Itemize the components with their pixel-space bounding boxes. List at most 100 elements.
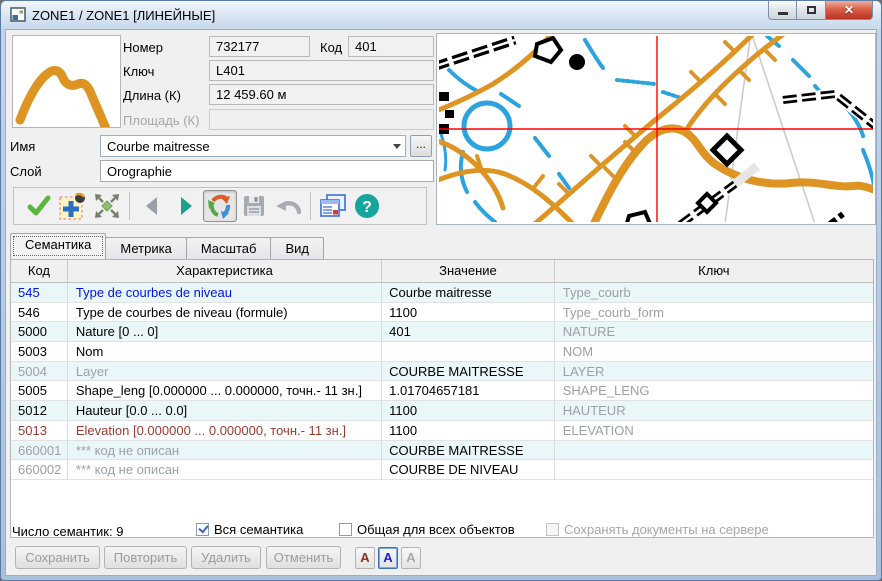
semantics-count: Число семантик: 9	[12, 524, 123, 539]
cell-key	[555, 460, 873, 480]
cell-code: 660001	[11, 441, 68, 461]
toolbar-separator	[310, 192, 311, 220]
delete-button[interactable]: Удалить	[191, 546, 261, 569]
accept-button[interactable]	[22, 190, 56, 222]
cell-code: 5012	[11, 401, 68, 421]
key-label: Ключ	[123, 64, 154, 79]
cell-value: COURBE MAITRESSE	[382, 441, 555, 461]
cell-code: 5000	[11, 322, 68, 342]
font-size-medium-button[interactable]: А	[378, 547, 398, 569]
header-key[interactable]: Ключ	[555, 260, 873, 282]
fit-view-button[interactable]	[90, 190, 124, 222]
checkbox-all-semantics[interactable]: Вся семантика	[196, 522, 303, 537]
close-icon: ✕	[844, 3, 854, 17]
cell-name: Nature [0 ... 0]	[68, 322, 382, 342]
cell-key: NATURE	[555, 322, 873, 342]
object-preview	[12, 35, 121, 128]
font-size-small-button[interactable]: А	[355, 547, 375, 569]
tab-semantics[interactable]: Семантика	[10, 233, 106, 259]
table-header: Код Характеристика Значение Ключ	[11, 260, 873, 283]
area-label: Площадь (К)	[123, 113, 199, 128]
app-icon	[10, 7, 26, 23]
checkbox-icon[interactable]	[196, 523, 209, 536]
object-preview-image	[13, 36, 120, 127]
undo-button[interactable]	[271, 190, 305, 222]
cell-name: Type de courbes de niveau	[68, 283, 382, 303]
cell-name: *** код не описан	[68, 441, 382, 461]
undo-icon	[274, 194, 302, 218]
checkbox-icon[interactable]	[339, 523, 352, 536]
chevron-down-icon[interactable]	[388, 136, 405, 156]
cancel-button[interactable]: Отменить	[266, 546, 341, 569]
maximize-icon	[807, 6, 816, 14]
next-icon	[175, 195, 197, 217]
tab-metrics[interactable]: Метрика	[105, 237, 186, 259]
cell-code: 5003	[11, 342, 68, 362]
name-combobox[interactable]: Courbe maitresse	[100, 135, 406, 157]
font-size-large-button[interactable]: А	[401, 547, 421, 569]
browse-button[interactable]: ...	[410, 135, 432, 157]
length-field[interactable]	[209, 84, 434, 105]
cell-code: 5004	[11, 362, 68, 382]
table-row[interactable]: 660002*** код не описанCOURBE DE NIVEAU	[11, 460, 873, 480]
help-button[interactable]: ?	[350, 190, 384, 222]
save-button[interactable]	[237, 190, 271, 222]
svg-text:?: ?	[362, 199, 372, 216]
cell-key: SHAPE_LENG	[555, 381, 873, 401]
semantics-table-body: 545Type de courbes de niveauCourbe maitr…	[11, 283, 873, 480]
cell-code: 660002	[11, 460, 68, 480]
table-row[interactable]: 545Type de courbes de niveauCourbe maitr…	[11, 283, 873, 303]
tab-view[interactable]: Вид	[270, 237, 324, 259]
cell-value: COURBE MAITRESSE	[382, 362, 555, 382]
cell-value: 1100	[382, 401, 555, 421]
report-icon	[319, 193, 347, 219]
title-bar[interactable]: ZONE1 / ZONE1 [ЛИНЕЙНЫЕ] ✕	[1, 1, 881, 29]
table-row[interactable]: 5004LayerCOURBE MAITRESSELAYER	[11, 362, 873, 382]
checkbox-label: Вся семантика	[214, 522, 303, 537]
header-code[interactable]: Код	[11, 260, 68, 282]
report-button[interactable]	[316, 190, 350, 222]
code-field[interactable]	[348, 36, 434, 57]
table-row[interactable]: 546Type de courbes de niveau (formule)11…	[11, 303, 873, 323]
dialog-content: Номер Код Ключ Длина (К) Площадь (К) Имя…	[5, 29, 877, 576]
cell-code: 5005	[11, 381, 68, 401]
tab-scale[interactable]: Масштаб	[186, 237, 272, 259]
minimize-button[interactable]	[768, 1, 797, 20]
save-semantics-button[interactable]: Сохранить	[15, 546, 100, 569]
table-row[interactable]: 660001*** код не описанCOURBE MAITRESSE	[11, 441, 873, 461]
checkbox-common-for-all[interactable]: Общая для всех объектов	[339, 522, 515, 537]
table-row[interactable]: 5012Hauteur [0.0 ... 0.0]1100HAUTEUR	[11, 401, 873, 421]
semantics-table: Код Характеристика Значение Ключ 545Type…	[10, 259, 874, 538]
cell-key: HAUTEUR	[555, 401, 873, 421]
code-label: Код	[320, 40, 342, 55]
toolbar-separator	[129, 192, 130, 220]
map-preview[interactable]	[436, 33, 876, 225]
cell-value: Courbe maitresse	[382, 283, 555, 303]
close-button[interactable]: ✕	[825, 1, 873, 20]
header-value[interactable]: Значение	[382, 260, 555, 282]
table-row[interactable]: 5000Nature [0 ... 0]401NATURE	[11, 322, 873, 342]
cell-name: Nom	[68, 342, 382, 362]
cell-value: 1100	[382, 303, 555, 323]
header-name[interactable]: Характеристика	[68, 260, 382, 282]
repeat-button[interactable]: Повторить	[104, 546, 187, 569]
previous-button[interactable]	[135, 190, 169, 222]
layer-field[interactable]	[100, 160, 434, 182]
cell-name: Type de courbes de niveau (formule)	[68, 303, 382, 323]
length-label: Длина (К)	[123, 88, 181, 103]
table-row[interactable]: 5005Shape_leng [0.000000 ... 0.000000, т…	[11, 381, 873, 401]
table-row[interactable]: 5013Elevation [0.000000 ... 0.000000, то…	[11, 421, 873, 441]
checkbox-save-docs-server: Сохранять документы на сервере	[546, 522, 769, 537]
cell-key	[555, 441, 873, 461]
next-button[interactable]	[169, 190, 203, 222]
number-field[interactable]	[209, 36, 310, 57]
key-field[interactable]	[209, 60, 434, 81]
refresh-button[interactable]	[203, 190, 237, 222]
table-row[interactable]: 5003NomNOM	[11, 342, 873, 362]
maximize-button[interactable]	[797, 1, 825, 20]
check-icon	[26, 194, 52, 218]
cell-value: 401	[382, 322, 555, 342]
cell-name: Hauteur [0.0 ... 0.0]	[68, 401, 382, 421]
add-object-button[interactable]	[56, 190, 90, 222]
refresh-icon	[206, 192, 234, 220]
